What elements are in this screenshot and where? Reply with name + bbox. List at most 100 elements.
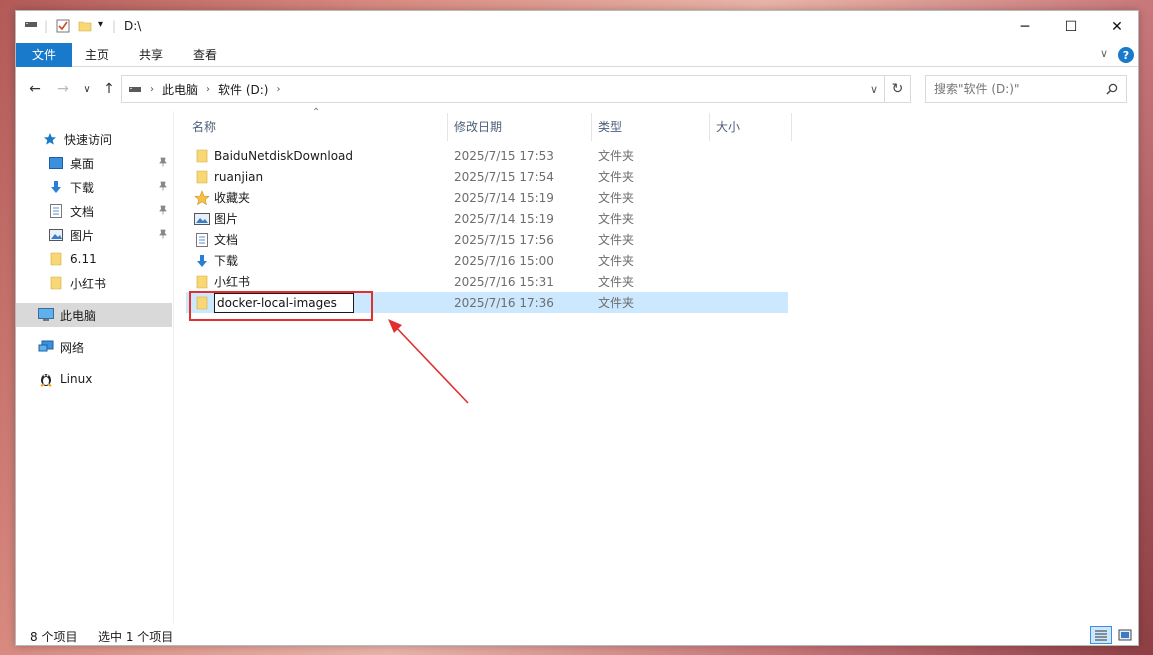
file-type: 文件夹 [598,170,635,184]
file-name: BaiduNetdiskDownload [214,148,354,163]
drive-icon [128,84,142,94]
pin-icon[interactable] [158,181,168,194]
file-name: 收藏夹 [214,191,251,205]
sidebar-item-linux[interactable]: Linux [16,367,172,391]
refresh-button[interactable]: ↻ [885,75,911,103]
recent-locations-button[interactable]: ∨ [78,79,96,99]
table-row[interactable]: 文档 2025/7/15 17:56 文件夹 [186,229,788,250]
tab-view[interactable]: 查看 [184,43,226,67]
sidebar-item-6-11[interactable]: 6.11 [16,247,172,271]
breadcrumb-separator[interactable]: › [276,84,280,95]
table-row[interactable]: 小红书 2025/7/16 15:31 文件夹 [186,271,788,292]
table-row[interactable]: 图片 2025/7/14 15:19 文件夹 [186,208,788,229]
annotation-highlight-box [189,291,373,321]
maximize-button[interactable]: ☐ [1048,11,1094,43]
column-header-date[interactable]: 修改日期 [448,113,592,141]
sidebar-item-label: 下载 [70,180,95,195]
sidebar-item-documents[interactable]: 文档 [16,199,172,223]
file-date: 2025/7/15 17:56 [454,232,554,247]
ribbon-expand-icon[interactable]: ∨ [1100,47,1108,60]
sidebar-item-label: 桌面 [70,156,95,171]
folder-icon [194,148,210,164]
search-input[interactable] [934,82,1094,96]
folder-icon [194,169,210,185]
sidebar-item-pictures[interactable]: 图片 [16,223,172,247]
tab-home[interactable]: 主页 [76,43,118,67]
table-row[interactable]: BaiduNetdiskDownload 2025/7/15 17:53 文件夹 [186,145,788,166]
sidebar-item-label: Linux [60,372,93,386]
column-header-size[interactable]: 大小 [710,113,792,141]
sidebar-item-xiaohongshu[interactable]: 小红书 [16,271,172,295]
breadcrumb-drive-d[interactable]: 软件 (D:) [218,81,268,98]
help-button[interactable]: ? [1118,47,1134,63]
navigation-pane: 快速访问 桌面 下载 文档 图片 6.11 小红书 此电脑 网络 Linux [16,111,174,623]
download-icon [194,253,210,269]
pin-icon[interactable] [158,157,168,170]
pin-icon[interactable] [158,229,168,242]
file-type: 文件夹 [598,296,635,310]
status-bar: 8 个项目 选中 1 个项目 [16,623,1138,647]
sidebar-item-this-pc[interactable]: 此电脑 [16,303,172,327]
picture-icon [194,211,210,227]
sidebar-item-label: 此电脑 [60,308,97,323]
file-type: 文件夹 [598,233,635,247]
table-row[interactable]: 收藏夹 2025/7/14 15:19 文件夹 [186,187,788,208]
sidebar-item-label: 快速访问 [64,132,113,147]
sidebar-item-network[interactable]: 网络 [16,335,172,359]
breadcrumb-separator[interactable]: › [150,84,154,95]
breadcrumb-separator[interactable]: › [206,84,210,95]
folder-icon [194,274,210,290]
forward-button[interactable]: → [54,79,72,99]
folder-icon [48,251,64,267]
download-icon [48,179,64,195]
file-type: 文件夹 [598,254,635,268]
help-icon: ? [1118,47,1134,63]
drive-icon[interactable] [24,19,38,29]
file-date: 2025/7/15 17:53 [454,148,554,163]
address-dropdown-icon[interactable]: ∨ [870,83,878,96]
window-title: D:\ [124,19,142,33]
close-button[interactable]: ✕ [1094,11,1140,43]
file-name: 文档 [214,233,239,247]
document-icon [194,232,210,248]
sidebar-item-quick-access[interactable]: 快速访问 [16,127,172,151]
sidebar-item-downloads[interactable]: 下载 [16,175,172,199]
network-icon [38,339,54,355]
file-name: ruanjian [214,169,264,184]
address-bar[interactable]: › 此电脑 › 软件 (D:) › ∨ [121,75,885,103]
sidebar-item-desktop[interactable]: 桌面 [16,151,172,175]
minimize-button[interactable]: ─ [1002,11,1048,43]
favorites-star-icon [194,189,210,206]
back-button[interactable]: ← [26,79,44,99]
properties-icon[interactable] [56,19,70,33]
selection-count: 选中 1 个项目 [98,630,174,644]
navigation-bar: ← → ∨ ↑ › 此电脑 › 软件 (D:) › ∨ ↻ [16,73,1138,105]
file-name: 小红书 [214,275,251,289]
title-divider: | [112,19,117,33]
search-icon[interactable] [1106,83,1118,95]
table-row[interactable]: ruanjian 2025/7/15 17:54 文件夹 [186,166,788,187]
tab-file[interactable]: 文件 [16,43,72,67]
breadcrumb-this-pc[interactable]: 此电脑 [162,81,198,98]
up-button[interactable]: ↑ [100,79,118,99]
file-type: 文件夹 [598,275,635,289]
column-header-type[interactable]: 类型 [592,113,710,141]
computer-icon [38,307,54,323]
column-header-name[interactable]: 名称 [186,113,448,141]
quick-access-dropdown-icon[interactable]: ▾ [98,19,103,30]
file-name: 图片 [214,212,239,226]
tab-share[interactable]: 共享 [130,43,172,67]
item-count: 8 个项目 [30,630,78,644]
title-divider: | [44,19,49,33]
large-icons-view-icon[interactable] [1114,626,1136,644]
search-box[interactable] [925,75,1127,103]
table-row[interactable]: 下载 2025/7/16 15:00 文件夹 [186,250,788,271]
picture-icon [48,227,64,243]
document-icon [48,203,64,219]
new-folder-icon[interactable] [78,19,92,33]
ribbon-tabs: 文件 主页 共享 查看 ∨ ? [16,43,1138,67]
pin-icon[interactable] [158,205,168,218]
sidebar-item-label: 网络 [60,340,85,355]
star-icon [42,131,58,147]
details-view-icon[interactable] [1090,626,1112,644]
